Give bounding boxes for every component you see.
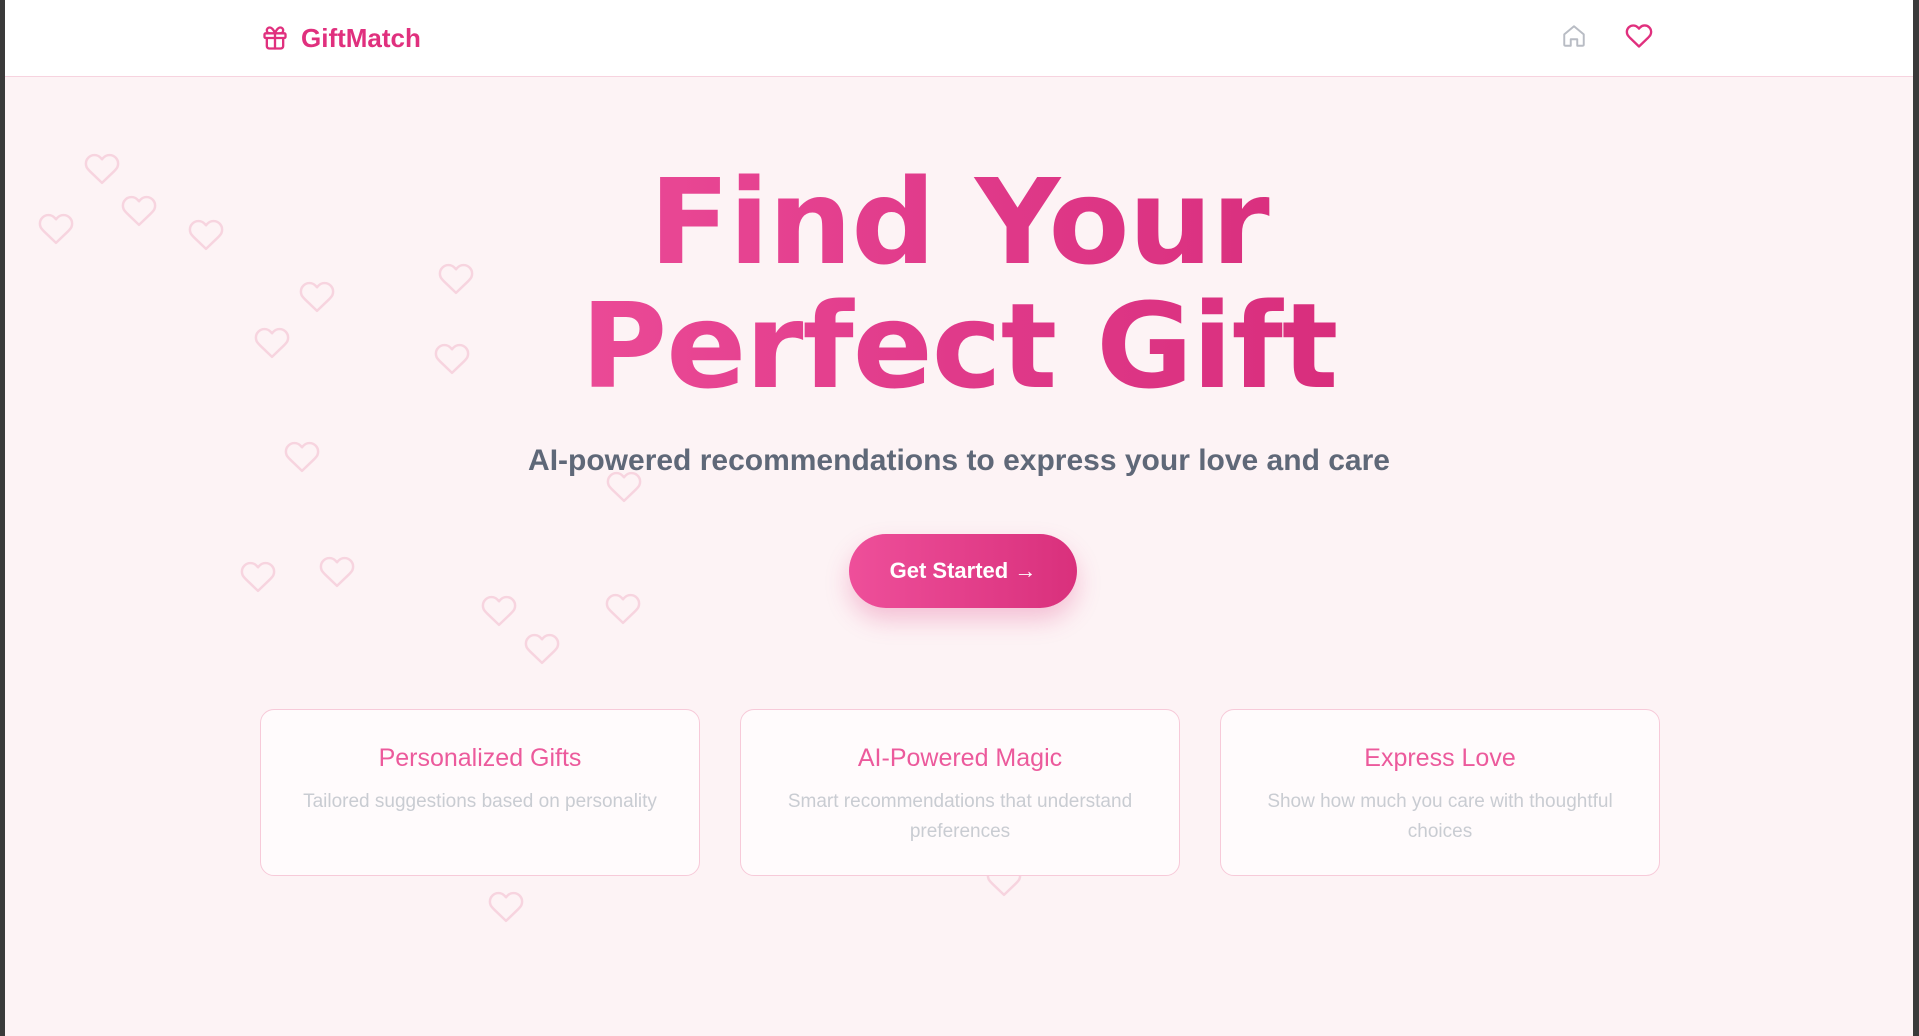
hero-subtitle: AI-powered recommendations to express yo…: [528, 444, 1390, 477]
hero-section: Find Your Perfect Gift AI-powered recomm…: [5, 160, 1913, 478]
decorative-heart-icon: [318, 555, 356, 589]
feature-card-personalized: Personalized Gifts Tailored suggestions …: [260, 709, 700, 876]
heart-icon: [1625, 22, 1653, 55]
hero-title: Find Your Perfect Gift: [459, 160, 1459, 408]
gift-icon: [261, 24, 289, 52]
decorative-heart-icon: [523, 632, 561, 666]
decorative-heart-icon: [480, 594, 518, 628]
home-icon: [1561, 23, 1587, 54]
get-started-button[interactable]: Get Started →: [849, 534, 1077, 608]
feature-title: Express Love: [1364, 744, 1516, 772]
favorites-button[interactable]: [1623, 22, 1655, 54]
feature-title: AI-Powered Magic: [857, 744, 1063, 772]
brand-logo[interactable]: GiftMatch: [261, 20, 421, 56]
navbar: GiftMatch: [5, 0, 1913, 77]
feature-title: Personalized Gifts: [378, 744, 582, 772]
feature-description: Tailored suggestions based on personalit…: [303, 791, 657, 812]
app-window: GiftMatch Find Your Perfect Gift AI-powe…: [5, 0, 1913, 1036]
decorative-heart-icon: [239, 560, 277, 594]
decorative-heart-icon: [487, 890, 525, 924]
feature-description: Smart recommendations that understand pr…: [787, 791, 1133, 842]
feature-card-express-love: Express Love Show how much you care with…: [1220, 709, 1660, 876]
brand-name: GiftMatch: [301, 22, 421, 53]
feature-description: Show how much you care with thoughtful c…: [1267, 791, 1613, 842]
feature-card-ai-magic: AI-Powered Magic Smart recommendations t…: [740, 709, 1180, 876]
decorative-heart-icon: [604, 592, 642, 626]
home-button[interactable]: [1558, 22, 1590, 54]
